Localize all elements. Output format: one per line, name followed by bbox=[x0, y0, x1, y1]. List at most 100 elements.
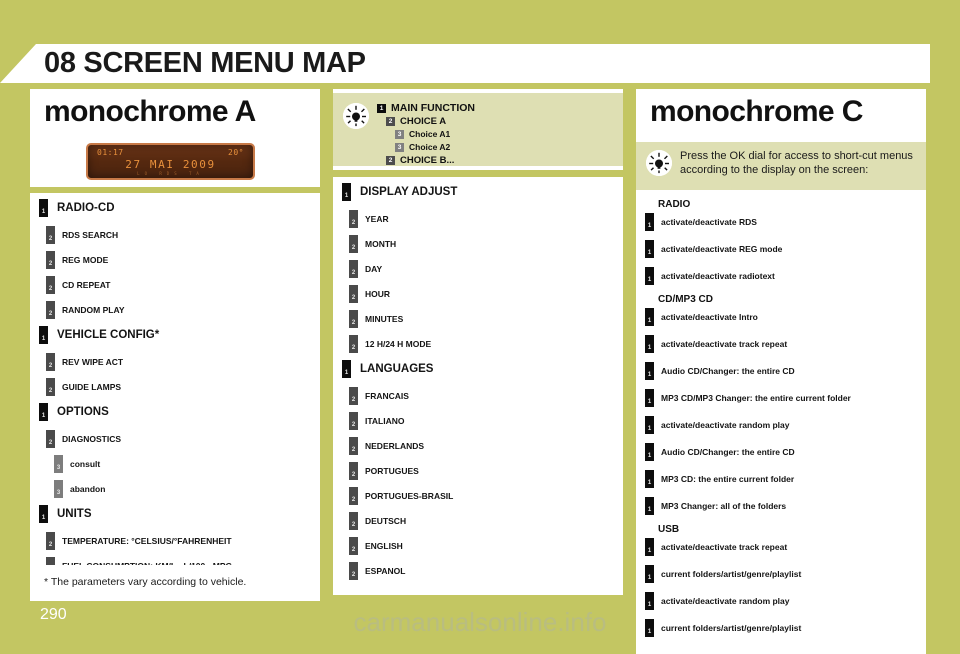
menu-item[interactable]: 1 activate/deactivate radiotext bbox=[645, 267, 926, 285]
menu-item-label: Audio CD/Changer: the entire CD bbox=[661, 447, 795, 457]
menu-item[interactable]: 1 activate/deactivate RDS bbox=[645, 213, 926, 231]
lcd-status-segments: LO RDS TA bbox=[137, 171, 204, 176]
menu-item[interactable]: 2 RDS SEARCH bbox=[46, 226, 320, 244]
menu-item[interactable]: 1 Audio CD/Changer: the entire CD bbox=[645, 362, 926, 380]
lcd-display-image: 01:17 20° 27 MAI 2009 LO RDS TA bbox=[86, 143, 255, 180]
level-1-badge: 1 bbox=[377, 103, 386, 113]
menu-item-label: PORTUGUES-BRASIL bbox=[365, 491, 454, 501]
menu-item[interactable]: 2 MONTH bbox=[349, 235, 623, 253]
menu-item[interactable]: 1 activate/deactivate track repeat bbox=[645, 335, 926, 353]
lcd-date: 27 MAI 2009 bbox=[125, 158, 216, 171]
column-monochrome-a: monochrome A 01:17 20° 27 MAI 2009 LO RD… bbox=[30, 89, 320, 590]
menu-item[interactable]: 1 activate/deactivate random play bbox=[645, 416, 926, 434]
level-2-badge: 2 bbox=[349, 537, 358, 555]
chapter-title-banner: 08 SCREEN MENU MAP bbox=[0, 44, 930, 83]
menu-item[interactable]: 2 DAY bbox=[349, 260, 623, 278]
menu-item[interactable]: 1 current folders/artist/genre/playlist bbox=[645, 565, 926, 583]
level-2-badge: 2 bbox=[46, 251, 55, 269]
menu-item[interactable]: 2 DEUTSCH bbox=[349, 512, 623, 530]
menu-item[interactable]: 1 activate/deactivate REG mode bbox=[645, 240, 926, 258]
level-1-badge: 1 bbox=[342, 360, 351, 378]
menu-item[interactable]: 1 MP3 Changer: all of the folders bbox=[645, 497, 926, 515]
menu-item[interactable]: 1 Audio CD/Changer: the entire CD bbox=[645, 443, 926, 461]
level-1-badge: 1 bbox=[645, 240, 654, 258]
level-1-badge: 1 bbox=[39, 505, 48, 523]
menu-item[interactable]: 2 RANDOM PLAY bbox=[46, 301, 320, 319]
menu-item-label: OPTIONS bbox=[57, 406, 109, 418]
lightbulb-icon bbox=[343, 103, 369, 129]
menu-item-label: VEHICLE CONFIG* bbox=[57, 329, 160, 341]
menu-item-label: 12 H/24 H MODE bbox=[365, 339, 432, 349]
menu-item[interactable]: 2 YEAR bbox=[349, 210, 623, 228]
menu-item[interactable]: 2 GUIDE LAMPS bbox=[46, 378, 320, 396]
menu-item[interactable]: 3 consult bbox=[54, 455, 320, 473]
level-2-badge: 2 bbox=[349, 387, 358, 405]
menu-item[interactable]: 2 PORTUGUES-BRASIL bbox=[349, 487, 623, 505]
menu-item[interactable]: 2 HOUR bbox=[349, 285, 623, 303]
menu-item[interactable]: 2 DIAGNOSTICS bbox=[46, 430, 320, 448]
level-2-badge: 2 bbox=[349, 412, 358, 430]
lcd-temperature: 20° bbox=[228, 148, 244, 157]
level-1-badge: 1 bbox=[39, 403, 48, 421]
menu-item-label: abandon bbox=[70, 484, 106, 494]
level-2-badge: 2 bbox=[46, 353, 55, 371]
menu-item-label: activate/deactivate REG mode bbox=[661, 244, 783, 254]
menu-item[interactable]: 1 DISPLAY ADJUST bbox=[342, 183, 623, 201]
page-title: 08 SCREEN MENU MAP bbox=[44, 47, 366, 79]
menu-item[interactable]: 2 NEDERLANDS bbox=[349, 437, 623, 455]
menu-item-label: activate/deactivate radiotext bbox=[661, 271, 775, 281]
menu-item-label: REG MODE bbox=[62, 255, 109, 265]
menu-item-label: Audio CD/Changer: the entire CD bbox=[661, 366, 795, 376]
watermark: carmanualsonline.info bbox=[353, 607, 607, 637]
menu-item[interactable]: 2 TEMPERATURE: °CELSIUS/°FAHRENHEIT bbox=[46, 532, 320, 550]
menu-item[interactable]: 1 activate/deactivate track repeat bbox=[645, 538, 926, 556]
legend-box: 1 MAIN FUNCTION 2 CHOICE A 3 Choice A1 3 Choice… bbox=[333, 93, 623, 166]
menu-item-label: MP3 Changer: all of the folders bbox=[661, 501, 787, 511]
monochrome-c-hint-text: Press the OK dial for access to short-cu… bbox=[680, 150, 913, 176]
menu-item[interactable]: 1 MP3 CD/MP3 Changer: the entire current … bbox=[645, 389, 926, 407]
monochrome-c-menu-list: RADIO 1 activate/deactivate RDS 1 activate/d… bbox=[636, 190, 926, 654]
level-3-badge: 3 bbox=[395, 129, 404, 139]
menu-item[interactable]: 2 ESPANOL bbox=[349, 562, 623, 580]
menu-item[interactable]: 2 REV WIPE ACT bbox=[46, 353, 320, 371]
menu-item[interactable]: 1 RADIO-CD bbox=[39, 199, 320, 217]
level-1-badge: 1 bbox=[39, 326, 48, 344]
level-2-badge: 2 bbox=[46, 378, 55, 396]
menu-item[interactable]: 3 abandon bbox=[54, 480, 320, 498]
monochrome-c-title: monochrome C bbox=[650, 95, 863, 128]
lightbulb-icon bbox=[646, 150, 672, 176]
menu-item-label: ITALIANO bbox=[365, 416, 405, 426]
menu-group-heading: RADIO bbox=[658, 199, 691, 210]
level-2-badge: 2 bbox=[349, 437, 358, 455]
menu-item[interactable]: 1 OPTIONS bbox=[39, 403, 320, 421]
menu-item[interactable]: 2 CD REPEAT bbox=[46, 276, 320, 294]
menu-item-label: activate/deactivate track repeat bbox=[661, 542, 788, 552]
menu-item[interactable]: 1 MP3 CD: the entire current folder bbox=[645, 470, 926, 488]
menu-item[interactable]: 2 FRANCAIS bbox=[349, 387, 623, 405]
menu-item[interactable]: 2 MINUTES bbox=[349, 310, 623, 328]
menu-item-label: LANGUAGES bbox=[360, 363, 434, 375]
menu-item-label: DISPLAY ADJUST bbox=[360, 186, 458, 198]
menu-item[interactable]: 1 VEHICLE CONFIG* bbox=[39, 326, 320, 344]
menu-item-label: MP3 CD/MP3 Changer: the entire current f… bbox=[661, 393, 851, 403]
menu-item[interactable]: 2 ENGLISH bbox=[349, 537, 623, 555]
menu-item-label: RANDOM PLAY bbox=[62, 305, 125, 315]
menu-item-label: MINUTES bbox=[365, 314, 404, 324]
menu-item[interactable]: 1 LANGUAGES bbox=[342, 360, 623, 378]
menu-item[interactable]: 1 UNITS bbox=[39, 505, 320, 523]
level-1-badge: 1 bbox=[645, 308, 654, 326]
level-1-badge: 1 bbox=[645, 267, 654, 285]
menu-item[interactable]: 2 REG MODE bbox=[46, 251, 320, 269]
menu-item-label: consult bbox=[70, 459, 101, 469]
legend-label: Choice A2 bbox=[409, 142, 451, 152]
level-3-badge: 3 bbox=[54, 480, 63, 498]
legend-label: CHOICE B... bbox=[400, 154, 455, 166]
menu-item[interactable]: 2 12 H/24 H MODE bbox=[349, 335, 623, 353]
menu-item[interactable]: 1 activate/deactivate Intro bbox=[645, 308, 926, 326]
level-1-badge: 1 bbox=[342, 183, 351, 201]
menu-item-label: activate/deactivate Intro bbox=[661, 312, 758, 322]
menu-item[interactable]: 2 ITALIANO bbox=[349, 412, 623, 430]
level-2-badge: 2 bbox=[349, 310, 358, 328]
menu-item-label: ESPANOL bbox=[365, 566, 406, 576]
menu-item[interactable]: 2 PORTUGUES bbox=[349, 462, 623, 480]
